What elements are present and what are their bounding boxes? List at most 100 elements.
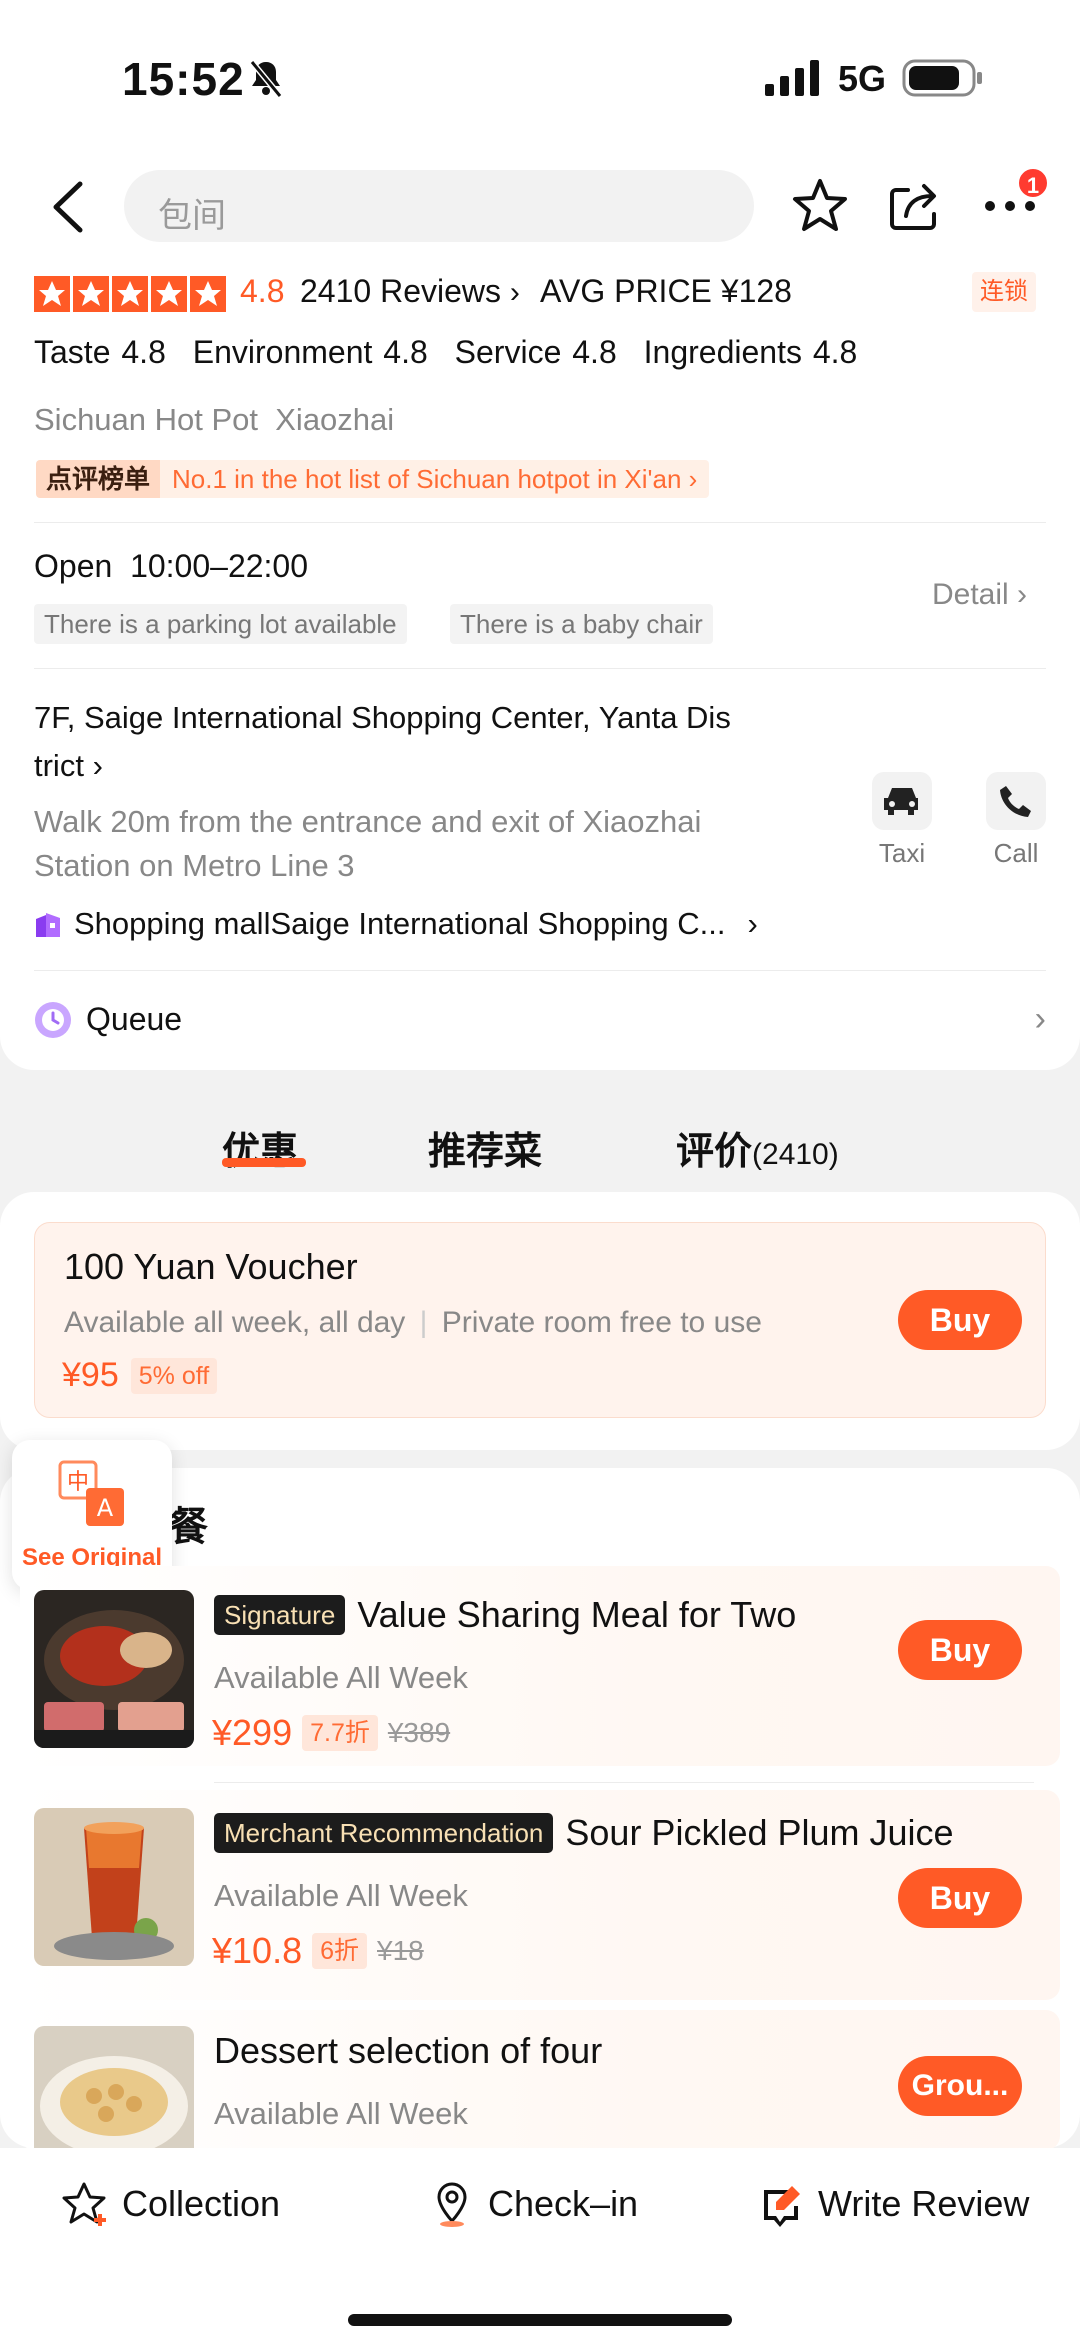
voucher-discount: 5% off	[130, 1357, 218, 1394]
meal-availability: Available All Week	[214, 1660, 468, 1695]
facility-tag: There is a parking lot available	[34, 604, 407, 644]
reviews-count: 2410 Reviews	[300, 273, 501, 309]
meal-thumbnail	[34, 1590, 194, 1748]
divider	[34, 668, 1046, 669]
rank-text: No.1 in the hot list of Sichuan hotpot i…	[160, 460, 710, 498]
voucher-condition: Private room free to use	[441, 1306, 762, 1339]
voucher-condition: Available all week, all day	[64, 1306, 406, 1339]
share-icon[interactable]	[884, 176, 944, 236]
voucher-price: ¥95	[62, 1356, 119, 1394]
voucher-title: 100 Yuan Voucher	[64, 1246, 358, 1287]
meal-price-row: ¥10.8 6折 ¥18	[212, 1930, 424, 1972]
edit-review-icon	[764, 2186, 800, 2227]
voucher-price-row: ¥95 5% off	[62, 1356, 218, 1395]
address-line: trict	[34, 748, 84, 783]
detail-link[interactable]: Detail ›	[932, 578, 1027, 612]
star-icon	[151, 276, 187, 312]
reviews-link[interactable]: 2410 Reviews ›	[300, 273, 520, 310]
voucher-buy-button[interactable]: Buy	[898, 1290, 1022, 1350]
meal-original-price: ¥18	[377, 1935, 424, 1966]
facility-tag: There is a baby chair	[450, 604, 713, 644]
mall-icon	[36, 913, 60, 937]
checkin-button[interactable]: Check–in	[428, 2180, 638, 2228]
write-review-button[interactable]: Write Review	[758, 2180, 1029, 2228]
star-add-icon	[62, 2182, 106, 2226]
signature-badge: Signature	[214, 1595, 346, 1635]
clock: 15:52	[122, 53, 245, 105]
chevron-right-icon: ›	[509, 276, 520, 309]
phone-icon	[1000, 786, 1031, 817]
meal-availability: Available All Week	[214, 2096, 468, 2131]
walk-line: Walk 20m from the entrance and exit of X…	[34, 804, 702, 839]
walk-directions: Walk 20m from the entrance and exit of X…	[34, 800, 854, 888]
voucher-conditions: Available all week, all day | Private ro…	[64, 1306, 762, 1340]
divider	[34, 970, 1046, 971]
address-link[interactable]: 7F, Saige International Shopping Center,…	[34, 694, 854, 790]
meal-price: ¥10.8	[212, 1930, 303, 1971]
clock-icon	[35, 1001, 71, 1038]
active-tab-indicator	[222, 1158, 306, 1167]
write-review-label: Write Review	[818, 2183, 1030, 2224]
star-rating	[34, 276, 226, 312]
call-button[interactable]	[986, 772, 1046, 830]
translate-icon: 中 A	[58, 1460, 124, 1526]
section-tabs: 优惠 推荐菜 评价(2410)	[0, 1110, 1080, 1180]
chevron-right-icon: ›	[1017, 578, 1028, 611]
sub-scores: Taste 4.8 Environment 4.8 Service 4.8 In…	[34, 334, 873, 371]
score-service: Service 4.8	[454, 334, 617, 370]
network-type: 5G	[838, 58, 887, 99]
open-hours: Open 10:00–22:00	[34, 548, 309, 584]
location-pin-icon	[437, 2182, 467, 2227]
rank-banner[interactable]: 点评榜单 No.1 in the hot list of Sichuan hot…	[36, 460, 710, 498]
battery-icon	[902, 59, 982, 97]
meal-thumbnail	[34, 2026, 194, 2148]
meal-buy-button[interactable]: Buy	[898, 1868, 1022, 1928]
meal-availability: Available All Week	[214, 1878, 468, 1913]
section-title: 餐	[168, 1505, 208, 1549]
meal-discount: 6折	[312, 1933, 367, 1969]
score-environment: Environment 4.8	[192, 334, 428, 370]
signal-icon	[765, 60, 819, 96]
back-arrow-icon[interactable]	[48, 178, 88, 236]
meal-price: ¥299	[212, 1712, 293, 1753]
meal-title-row: Merchant Recommendation Sour Pickled Plu…	[214, 1812, 954, 1854]
shopping-mall-link[interactable]: Shopping mall Saige International Shoppi…	[34, 906, 758, 942]
category-area: Sichuan Hot Pot Xiaozhai	[34, 402, 395, 437]
divider	[34, 522, 1046, 523]
tab-reviews[interactable]: 评价(2410)	[676, 1120, 839, 1175]
rank-text-label: No.1 in the hot list of Sichuan hotpot i…	[172, 464, 682, 494]
collection-label: Collection	[122, 2183, 281, 2224]
taxi-button[interactable]	[872, 772, 932, 830]
chevron-right-icon: ›	[92, 748, 103, 783]
mute-bell-icon	[249, 60, 283, 98]
meal-title: Sour Pickled Plum Juice	[565, 1812, 954, 1853]
meal-buy-button[interactable]: Buy	[898, 1620, 1022, 1680]
star-icon	[34, 276, 70, 312]
notification-badge: 1	[1016, 166, 1050, 200]
status-bar: 15:52 5G	[0, 0, 1080, 160]
chain-tag: 连锁	[972, 272, 1036, 312]
chevron-right-icon: ›	[747, 906, 758, 941]
score-taste: Taste 4.8	[34, 334, 166, 370]
queue-row[interactable]: Queue ›	[34, 1000, 1046, 1039]
group-buy-button[interactable]: Grou...	[898, 2056, 1022, 2116]
search-input[interactable]: 包间	[124, 170, 754, 242]
divider	[214, 1782, 1034, 1783]
separator: |	[419, 1306, 428, 1339]
star-icon	[112, 276, 148, 312]
mall-prefix: Shopping mall	[74, 906, 271, 941]
meal-discount: 7.7折	[302, 1715, 378, 1751]
chevron-right-icon: ›	[1034, 1000, 1046, 1038]
car-icon	[884, 788, 918, 815]
meal-title: Value Sharing Meal for Two	[357, 1594, 797, 1635]
score-ingredients: Ingredients 4.8	[643, 334, 858, 370]
walk-line: Station on Metro Line 3	[34, 848, 355, 883]
call-label: Call	[993, 838, 1039, 868]
meal-title-row: Signature Value Sharing Meal for Two	[214, 1594, 796, 1636]
tab-recommended-dishes[interactable]: 推荐菜	[428, 1120, 542, 1175]
mall-name: Saige International Shopping C...	[270, 906, 726, 941]
meal-original-price: ¥389	[387, 1717, 451, 1748]
collection-button[interactable]: Collection	[62, 2180, 280, 2228]
home-indicator	[348, 2314, 732, 2326]
star-favorite-icon[interactable]	[790, 176, 850, 236]
